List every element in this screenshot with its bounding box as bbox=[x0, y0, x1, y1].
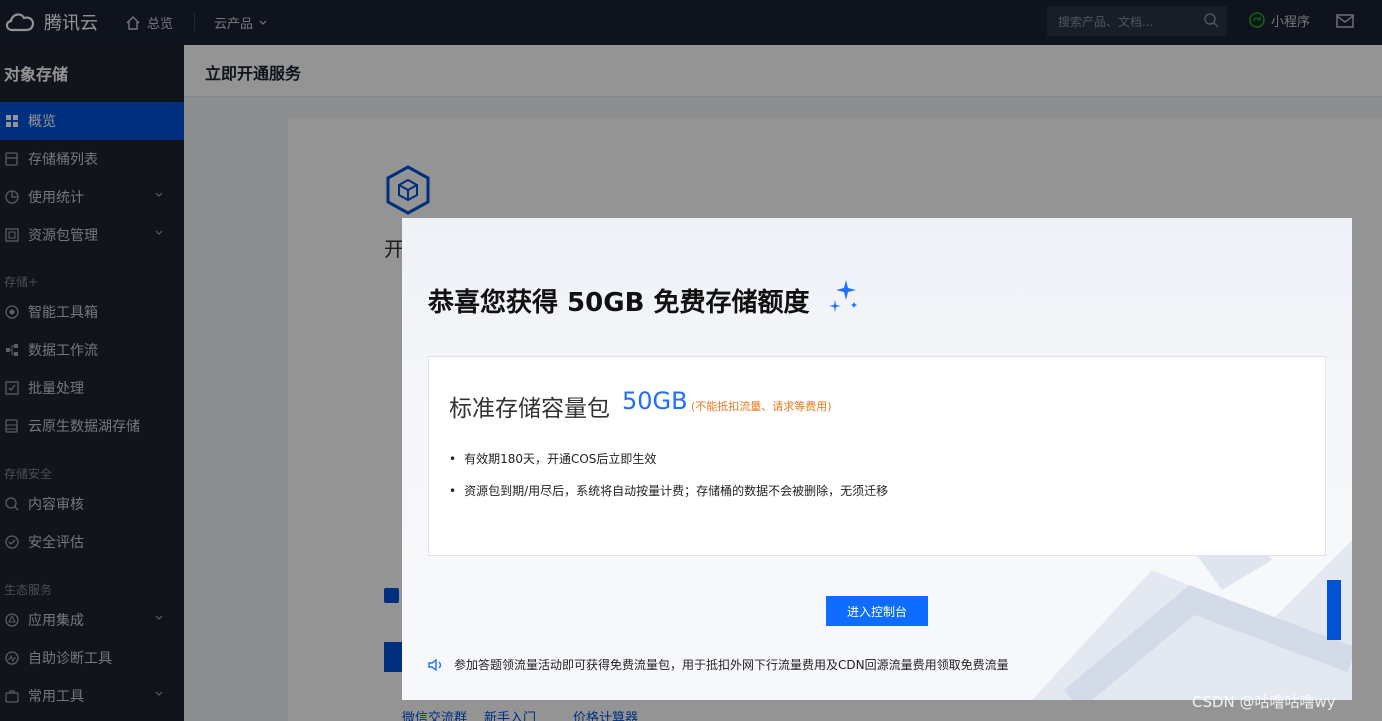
package-bullet: 有效期180天，开通COS后立即生效 bbox=[449, 450, 656, 467]
free-quota-modal: 恭喜您获得 50GB 免费存储额度 标准存储容量包 50GB (不能抵扣流量、请… bbox=[402, 218, 1352, 700]
sparkle-icon bbox=[829, 280, 857, 312]
watermark: CSDN @咕噜咕噜wy bbox=[1192, 693, 1336, 711]
package-size: 50GB bbox=[622, 387, 688, 415]
package-bullet: 资源包到期/用尽后，系统将自动按量计费；存储桶的数据不会被删除，无须迁移 bbox=[449, 482, 888, 499]
speaker-icon bbox=[428, 658, 442, 671]
tip-text: 参加答题领流量活动即可获得免费流量包，用于抵扣外网下行流量费用及CDN回源流量费… bbox=[454, 658, 1009, 672]
package-note: (不能抵扣流量、请求等费用) bbox=[691, 400, 832, 413]
traffic-tip: 参加答题领流量活动即可获得免费流量包，用于抵扣外网下行流量费用及CDN回源流量费… bbox=[428, 656, 1009, 673]
package-name: 标准存储容量包 bbox=[449, 396, 610, 422]
storage-package-card: 标准存储容量包 50GB (不能抵扣流量、请求等费用) 有效期180天，开通CO… bbox=[428, 356, 1326, 556]
enter-console-button[interactable]: 进入控制台 bbox=[826, 596, 928, 626]
modal-title: 恭喜您获得 50GB 免费存储额度 bbox=[428, 288, 810, 318]
